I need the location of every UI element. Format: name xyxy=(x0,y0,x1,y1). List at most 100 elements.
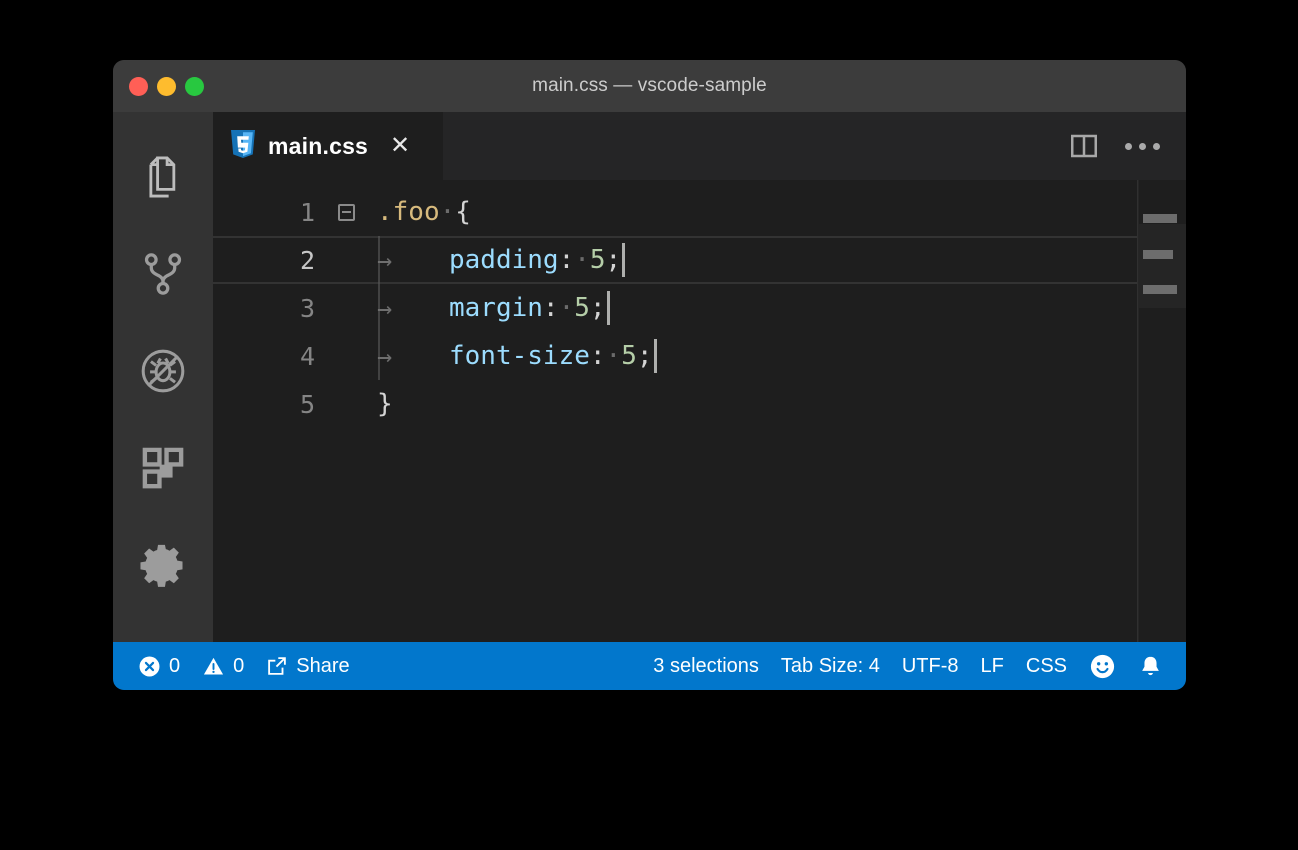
status-tab-size[interactable]: Tab Size: 4 xyxy=(770,642,891,690)
status-notifications[interactable] xyxy=(1127,642,1174,690)
whitespace-dot: · xyxy=(606,341,622,371)
tab-indent-arrow-icon: → xyxy=(377,246,449,275)
warning-count: 0 xyxy=(233,655,244,678)
whitespace-dot: · xyxy=(559,293,575,323)
sidebar-item-source-control[interactable] xyxy=(113,225,213,322)
status-bar: 0 0 Share xyxy=(113,642,1186,690)
text-cursor xyxy=(622,243,625,277)
line-number: 2 xyxy=(213,246,325,275)
activity-bar xyxy=(113,112,213,642)
token-semicolon: ; xyxy=(637,341,653,371)
text-cursor xyxy=(654,339,657,373)
token-number: 5 xyxy=(621,341,637,371)
token-number: 5 xyxy=(590,245,606,275)
extensions-icon xyxy=(138,443,188,493)
status-live-share[interactable]: Share xyxy=(255,642,360,690)
tab-indent-arrow-icon: → xyxy=(377,342,449,371)
token-colon: : xyxy=(543,293,559,323)
line-number: 1 xyxy=(213,198,325,227)
run-and-debug-icon xyxy=(135,343,191,399)
line-content: →margin:·5; xyxy=(367,291,610,325)
zoom-window-button[interactable] xyxy=(185,77,204,96)
sidebar-item-manage-settings[interactable] xyxy=(113,517,213,614)
token-property: font-size xyxy=(449,341,590,371)
code-line-active[interactable]: 2 →padding:·5; xyxy=(213,236,1186,284)
minimap-slider[interactable] xyxy=(1139,224,1186,308)
token-colon: : xyxy=(559,245,575,275)
status-language-mode[interactable]: CSS xyxy=(1015,642,1078,690)
sidebar-item-explorer[interactable] xyxy=(113,128,213,225)
code-line[interactable]: 1 .foo·{ xyxy=(213,188,1186,236)
more-actions-icon[interactable] xyxy=(1125,143,1160,150)
close-icon[interactable]: ✕ xyxy=(390,134,410,158)
whitespace-dot: · xyxy=(440,197,456,227)
code-editor[interactable]: 1 .foo·{ 2 →padding:·5; xyxy=(213,180,1186,642)
code-line[interactable]: 4 →font-size:·5; xyxy=(213,332,1186,380)
line-number: 5 xyxy=(213,390,325,419)
line-number: 4 xyxy=(213,342,325,371)
code-line[interactable]: 3 →margin:·5; xyxy=(213,284,1186,332)
status-problems-warnings[interactable]: 0 xyxy=(191,642,255,690)
css3-file-icon xyxy=(230,129,256,164)
error-count: 0 xyxy=(169,655,180,678)
sidebar-item-run-and-debug[interactable] xyxy=(113,322,213,419)
line-number: 3 xyxy=(213,294,325,323)
editor-actions xyxy=(1069,112,1186,180)
vscode-window: main.css — vscode-sample xyxy=(113,60,1186,690)
external-link-icon xyxy=(266,655,288,677)
token-brace: } xyxy=(377,389,393,419)
code-line[interactable]: 5 } xyxy=(213,380,1186,428)
title-bar: main.css — vscode-sample xyxy=(113,60,1186,112)
share-label: Share xyxy=(296,655,349,678)
code-lines: 1 .foo·{ 2 →padding:·5; xyxy=(213,180,1186,428)
minimap-line xyxy=(1143,214,1177,223)
token-property: padding xyxy=(449,245,559,275)
language-mode-label: CSS xyxy=(1026,655,1067,678)
status-end-of-line[interactable]: LF xyxy=(970,642,1015,690)
minimap-line xyxy=(1143,250,1173,259)
window-title: main.css — vscode-sample xyxy=(113,75,1186,97)
error-circle-icon xyxy=(138,655,161,678)
token-colon: : xyxy=(590,341,606,371)
gear-icon xyxy=(137,539,189,591)
tab-bar-empty-space xyxy=(443,112,1069,180)
eol-label: LF xyxy=(981,655,1004,678)
status-bar-right: 3 selections Tab Size: 4 UTF-8 LF CSS xyxy=(642,642,1186,690)
token-semicolon: ; xyxy=(590,293,606,323)
editor-group: main.css ✕ xyxy=(213,112,1186,642)
token-brace: { xyxy=(455,197,471,227)
status-problems-errors[interactable]: 0 xyxy=(127,642,191,690)
text-cursor xyxy=(607,291,610,325)
encoding-label: UTF-8 xyxy=(902,655,959,678)
workbench-body: main.css ✕ xyxy=(113,112,1186,642)
bell-icon xyxy=(1138,654,1163,679)
tab-main-css[interactable]: main.css ✕ xyxy=(213,112,443,180)
traffic-lights xyxy=(129,60,204,112)
sidebar-item-extensions[interactable] xyxy=(113,420,213,517)
token-selector: .foo xyxy=(377,197,440,227)
minimize-window-button[interactable] xyxy=(157,77,176,96)
smiley-icon xyxy=(1089,653,1116,680)
fold-marker[interactable] xyxy=(325,204,367,221)
line-content: .foo·{ xyxy=(367,197,471,227)
line-content: →font-size:·5; xyxy=(367,339,657,373)
line-content: } xyxy=(367,389,393,419)
line-content: →padding:·5; xyxy=(367,243,625,277)
status-encoding[interactable]: UTF-8 xyxy=(891,642,970,690)
tab-label: main.css xyxy=(268,133,368,160)
status-selection-count[interactable]: 3 selections xyxy=(642,642,770,690)
selection-count-label: 3 selections xyxy=(653,655,759,678)
close-window-button[interactable] xyxy=(129,77,148,96)
token-number: 5 xyxy=(574,293,590,323)
token-semicolon: ; xyxy=(606,245,622,275)
token-property: margin xyxy=(449,293,543,323)
source-control-branch-icon xyxy=(137,248,189,300)
tab-size-label: Tab Size: 4 xyxy=(781,655,880,678)
status-feedback[interactable] xyxy=(1078,642,1127,690)
split-editor-right-icon[interactable] xyxy=(1069,131,1099,161)
whitespace-dot: · xyxy=(574,245,590,275)
warning-triangle-icon xyxy=(202,655,225,678)
tab-indent-arrow-icon: → xyxy=(377,294,449,323)
tab-bar: main.css ✕ xyxy=(213,112,1186,180)
minimap[interactable] xyxy=(1138,180,1186,642)
